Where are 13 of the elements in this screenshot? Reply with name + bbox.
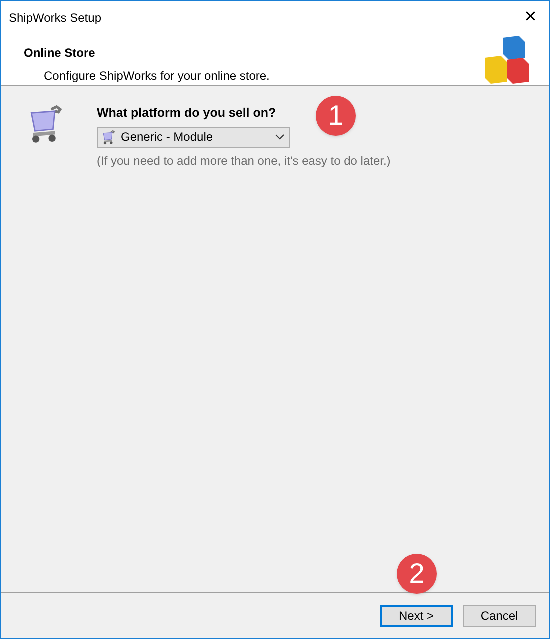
dialog-button[interactable]: Cancel bbox=[463, 604, 536, 626]
platform-dropdown[interactable]: Generic - Module bbox=[97, 126, 290, 148]
close-button[interactable]: ✕ bbox=[520, 6, 541, 30]
platform-question: What platform do you sell on? bbox=[97, 105, 276, 122]
step-number-badge: 2 bbox=[397, 554, 437, 594]
chevron-down-icon bbox=[275, 134, 285, 140]
step-number-badge: 1 bbox=[316, 96, 356, 136]
dialog-button[interactable]: Next > bbox=[380, 604, 453, 626]
shopping-cart-icon bbox=[102, 130, 116, 145]
page-title: Online Store bbox=[24, 45, 96, 62]
platform-hint: (If you need to add more than one, it's easy to do later.) bbox=[97, 152, 391, 170]
window-title: ShipWorks Setup bbox=[9, 10, 102, 26]
page-subtitle: Configure ShipWorks for your online store. bbox=[43, 68, 270, 85]
